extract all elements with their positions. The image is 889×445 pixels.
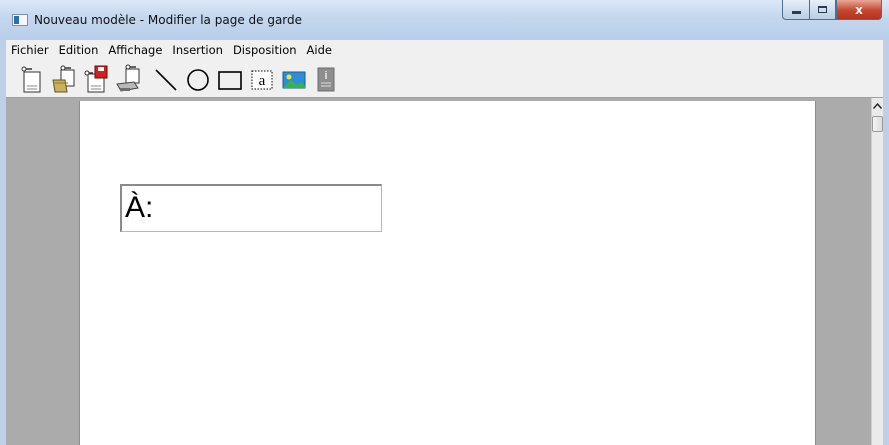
scroll-up-button[interactable]	[872, 98, 883, 114]
menu-edition[interactable]: Edition	[54, 40, 104, 60]
image-tool-icon	[282, 71, 306, 89]
window-frame-right	[883, 40, 889, 445]
close-icon: x	[855, 2, 863, 17]
ellipse-tool-button[interactable]	[184, 64, 212, 94]
app-icon[interactable]	[12, 14, 28, 26]
menu-aide[interactable]: Aide	[302, 40, 337, 60]
rectangle-tool-icon	[218, 71, 242, 90]
menu-affichage[interactable]: Affichage	[103, 40, 167, 60]
minimize-icon	[791, 11, 801, 14]
text-field-to[interactable]: À:	[120, 184, 382, 232]
text-tool-glyph: a	[259, 73, 266, 89]
rectangle-tool-button[interactable]	[216, 64, 244, 94]
info-field-button[interactable]: i	[312, 64, 340, 94]
text-tool-icon: a	[251, 70, 273, 90]
ellipse-tool-icon	[187, 69, 209, 91]
print-button[interactable]	[114, 64, 142, 94]
save-icon	[84, 65, 108, 93]
line-tool-icon	[155, 69, 177, 91]
new-document-icon	[21, 66, 41, 93]
minimize-button[interactable]	[782, 0, 809, 20]
menu-bar: Fichier Edition Affichage Insertion Disp…	[6, 40, 883, 60]
document-workspace: À:	[6, 98, 877, 445]
scroll-thumb[interactable]	[872, 116, 883, 132]
save-button[interactable]	[82, 64, 110, 94]
title-bar[interactable]: Nouveau modèle - Modifier la page de gar…	[0, 0, 889, 40]
caption-buttons: x	[782, 0, 882, 22]
new-document-button[interactable]	[18, 64, 46, 94]
menu-fichier[interactable]: Fichier	[6, 40, 54, 60]
close-button[interactable]: x	[836, 0, 882, 20]
maximize-button[interactable]	[809, 0, 836, 20]
info-field-icon: i	[317, 67, 335, 92]
menu-disposition[interactable]: Disposition	[228, 40, 302, 60]
application-window: Nouveau modèle - Modifier la page de gar…	[0, 0, 889, 445]
vertical-scrollbar[interactable]	[871, 98, 883, 445]
line-tool-button[interactable]	[152, 64, 180, 94]
window-title: Nouveau modèle - Modifier la page de gar…	[34, 13, 303, 27]
toolbar: a i	[6, 60, 883, 98]
text-tool-button[interactable]: a	[248, 64, 276, 94]
image-tool-button[interactable]	[280, 64, 308, 94]
cover-page[interactable]: À:	[79, 101, 816, 445]
text-field-to-value: À:	[125, 191, 154, 224]
open-button[interactable]	[50, 64, 78, 94]
print-icon	[116, 64, 140, 92]
info-field-glyph: i	[324, 70, 327, 82]
menu-insertion[interactable]: Insertion	[167, 40, 228, 60]
maximize-icon	[818, 6, 827, 13]
scroll-up-arrow-icon	[873, 103, 882, 109]
open-folder-icon	[52, 65, 75, 93]
